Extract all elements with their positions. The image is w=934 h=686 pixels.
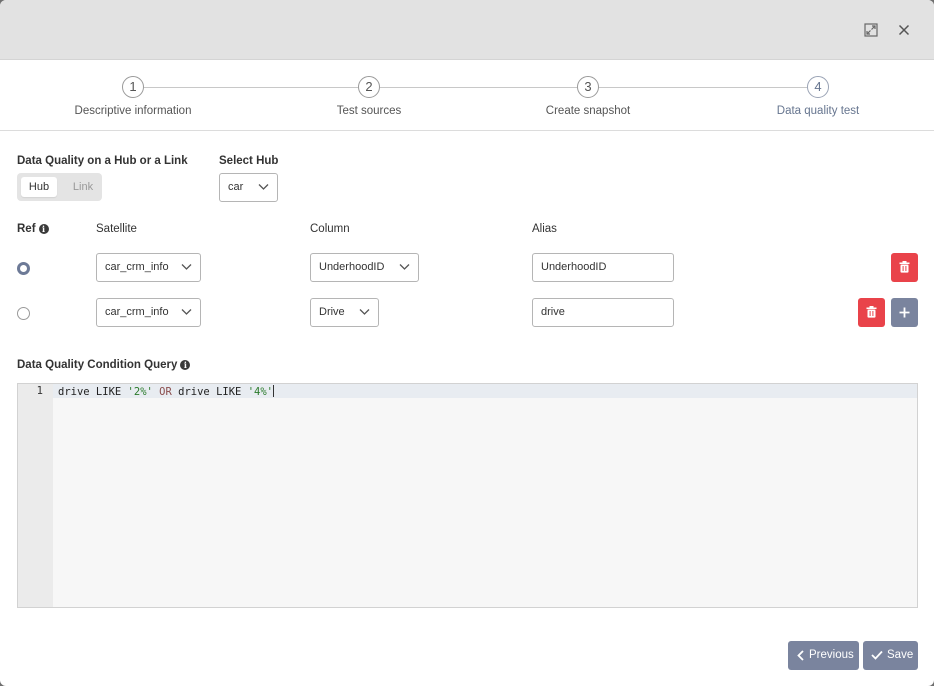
- column-select-row-2[interactable]: Drive: [310, 298, 379, 327]
- ref-header: Ref i: [17, 223, 49, 235]
- save-button[interactable]: Save: [863, 641, 918, 670]
- step-number: 1: [122, 76, 144, 98]
- step-3[interactable]: 3 Create snapshot: [498, 76, 678, 117]
- code-string: '2%': [127, 386, 153, 398]
- toggle-link[interactable]: Link: [67, 177, 99, 197]
- satellite-select-value: car_crm_info: [105, 306, 169, 318]
- previous-label: Previous: [809, 649, 854, 661]
- column-header: Column: [310, 223, 350, 235]
- info-icon[interactable]: i: [180, 360, 191, 370]
- plus-icon: [899, 307, 910, 318]
- close-icon[interactable]: [896, 22, 912, 38]
- step-1[interactable]: 1 Descriptive information: [43, 76, 223, 117]
- query-label-text: Data Quality Condition Query: [17, 359, 178, 371]
- ref-radio-row-1[interactable]: [17, 262, 30, 275]
- code-token: drive LIKE: [58, 386, 128, 398]
- save-label: Save: [887, 649, 914, 661]
- step-label: Test sources: [336, 105, 402, 117]
- step-2[interactable]: 2 Test sources: [279, 76, 459, 117]
- step-label: Create snapshot: [545, 105, 631, 117]
- delete-row-button[interactable]: [858, 298, 885, 327]
- satellite-select-row-1[interactable]: car_crm_info: [96, 253, 201, 282]
- chevron-down-icon: [181, 264, 192, 270]
- line-number: 1: [36, 385, 43, 397]
- step-number: 3: [577, 76, 599, 98]
- column-select-value: UnderhoodID: [319, 261, 385, 273]
- chevron-down-icon: [359, 309, 370, 315]
- add-row-button[interactable]: [891, 298, 918, 327]
- data-quality-dialog: 1 Descriptive information 2 Test sources…: [0, 0, 934, 686]
- query-code[interactable]: drive LIKE '2%' OR drive LIKE '4%': [58, 385, 274, 399]
- alias-header: Alias: [532, 223, 557, 235]
- info-icon[interactable]: i: [38, 224, 49, 234]
- select-hub-label: Select Hub: [219, 155, 279, 167]
- chevron-left-icon: [797, 650, 804, 661]
- previous-button[interactable]: Previous: [788, 641, 859, 670]
- column-select-row-1[interactable]: UnderhoodID: [310, 253, 419, 282]
- code-token: drive LIKE: [178, 386, 248, 398]
- chevron-down-icon: [399, 264, 410, 270]
- ref-header-text: Ref: [17, 223, 36, 235]
- alias-input-row-1[interactable]: UnderhoodID: [532, 253, 674, 282]
- satellite-select-row-2[interactable]: car_crm_info: [96, 298, 201, 327]
- trash-icon: [866, 306, 877, 318]
- check-icon: [871, 650, 883, 660]
- step-label: Data quality test: [776, 105, 860, 117]
- wizard-stepper: 1 Descriptive information 2 Test sources…: [0, 60, 934, 131]
- column-select-value: Drive: [319, 306, 345, 318]
- satellite-header: Satellite: [96, 223, 137, 235]
- satellite-select-value: car_crm_info: [105, 261, 169, 273]
- step-number: 4: [807, 76, 829, 98]
- hub-select-value: car: [228, 181, 244, 193]
- query-editor[interactable]: 1 drive LIKE '2%' OR drive LIKE '4%': [17, 383, 918, 608]
- hub-select[interactable]: car: [219, 173, 278, 202]
- editor-gutter: 1: [18, 384, 53, 607]
- chevron-down-icon: [181, 309, 192, 315]
- trash-icon: [899, 261, 910, 273]
- ref-radio-row-2[interactable]: [17, 307, 30, 320]
- step-number: 2: [358, 76, 380, 98]
- hub-or-link-label: Data Quality on a Hub or a Link: [17, 155, 188, 167]
- query-label: Data Quality Condition Query i: [17, 359, 191, 371]
- text-cursor: [272, 385, 274, 397]
- dialog-titlebar: [0, 0, 934, 60]
- delete-row-button[interactable]: [891, 253, 918, 282]
- chevron-down-icon: [258, 184, 269, 190]
- hub-link-toggle: Hub Link: [17, 173, 102, 201]
- step-4[interactable]: 4 Data quality test: [728, 76, 908, 117]
- step-label: Descriptive information: [74, 105, 192, 117]
- alias-input-row-2[interactable]: drive: [532, 298, 674, 327]
- expand-icon[interactable]: [863, 22, 879, 38]
- code-string: '4%': [247, 386, 273, 398]
- toggle-hub[interactable]: Hub: [21, 177, 57, 197]
- code-keyword: OR: [152, 386, 179, 398]
